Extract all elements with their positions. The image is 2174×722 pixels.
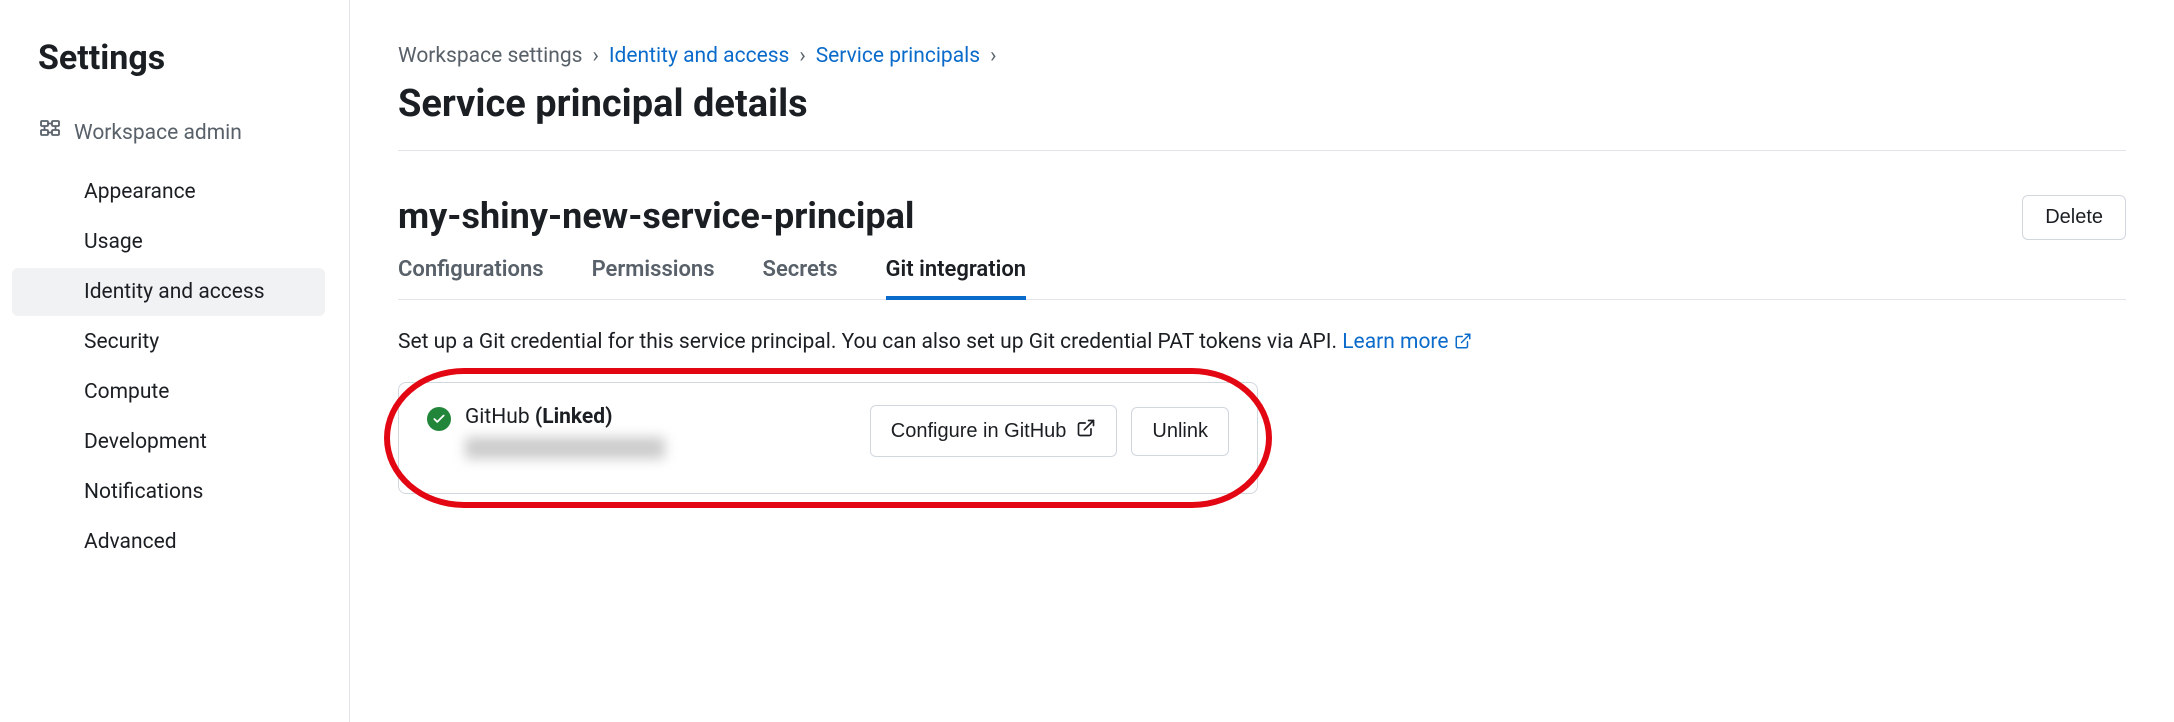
breadcrumb-item[interactable]: Service principals (816, 44, 980, 68)
learn-more-link[interactable]: Learn more (1342, 330, 1471, 354)
git-credential-card: GitHub (Linked) Configure in GitHub (398, 382, 1258, 494)
chevron-right-icon: › (799, 44, 805, 68)
sidebar-item-compute[interactable]: Compute (12, 368, 325, 416)
sidebar-section-label: Workspace admin (74, 121, 242, 145)
tab-permissions[interactable]: Permissions (592, 247, 715, 300)
tabs: Configurations Permissions Secrets Git i… (398, 247, 2126, 300)
sidebar-item-appearance[interactable]: Appearance (12, 168, 325, 216)
principal-name: my-shiny-new-service-principal (398, 195, 914, 237)
sidebar-items: Appearance Usage Identity and access Sec… (0, 168, 349, 566)
sidebar-item-advanced[interactable]: Advanced (12, 518, 325, 566)
workspace-admin-icon (38, 118, 62, 148)
sidebar-title: Settings (0, 38, 349, 118)
git-provider-title: GitHub (Linked) (465, 405, 856, 429)
git-credential-card-wrapper: GitHub (Linked) Configure in GitHub (398, 382, 1258, 494)
git-credential-info: GitHub (Linked) (465, 405, 856, 459)
breadcrumb-item[interactable]: Identity and access (609, 44, 790, 68)
chevron-right-icon: › (990, 44, 996, 68)
principal-header-row: my-shiny-new-service-principal Delete (398, 195, 2126, 247)
sidebar-section-header: Workspace admin (0, 118, 349, 166)
git-credential-redacted (465, 437, 665, 459)
sidebar-item-security[interactable]: Security (12, 318, 325, 366)
sidebar-item-identity-and-access[interactable]: Identity and access (12, 268, 325, 316)
git-credential-actions: Configure in GitHub Unlink (870, 405, 1229, 457)
main-content: Workspace settings › Identity and access… (350, 0, 2174, 722)
unlink-button[interactable]: Unlink (1131, 407, 1229, 456)
tab-configurations[interactable]: Configurations (398, 247, 544, 300)
page-title: Service principal details (398, 82, 2126, 126)
tab-secrets[interactable]: Secrets (763, 247, 838, 300)
configure-in-github-button[interactable]: Configure in GitHub (870, 405, 1118, 457)
sidebar: Settings Workspace admin Appearance Usag… (0, 0, 350, 722)
git-description: Set up a Git credential for this service… (398, 330, 2126, 356)
delete-button[interactable]: Delete (2022, 195, 2126, 240)
sidebar-item-usage[interactable]: Usage (12, 218, 325, 266)
breadcrumb: Workspace settings › Identity and access… (398, 44, 2126, 68)
sidebar-item-notifications[interactable]: Notifications (12, 468, 325, 516)
breadcrumb-item: Workspace settings (398, 44, 583, 68)
check-circle-icon (427, 407, 451, 431)
sidebar-item-development[interactable]: Development (12, 418, 325, 466)
tab-git-integration[interactable]: Git integration (886, 247, 1027, 300)
chevron-right-icon: › (593, 44, 599, 68)
external-link-icon (1454, 332, 1472, 356)
external-link-icon (1076, 418, 1096, 444)
divider (398, 150, 2126, 151)
